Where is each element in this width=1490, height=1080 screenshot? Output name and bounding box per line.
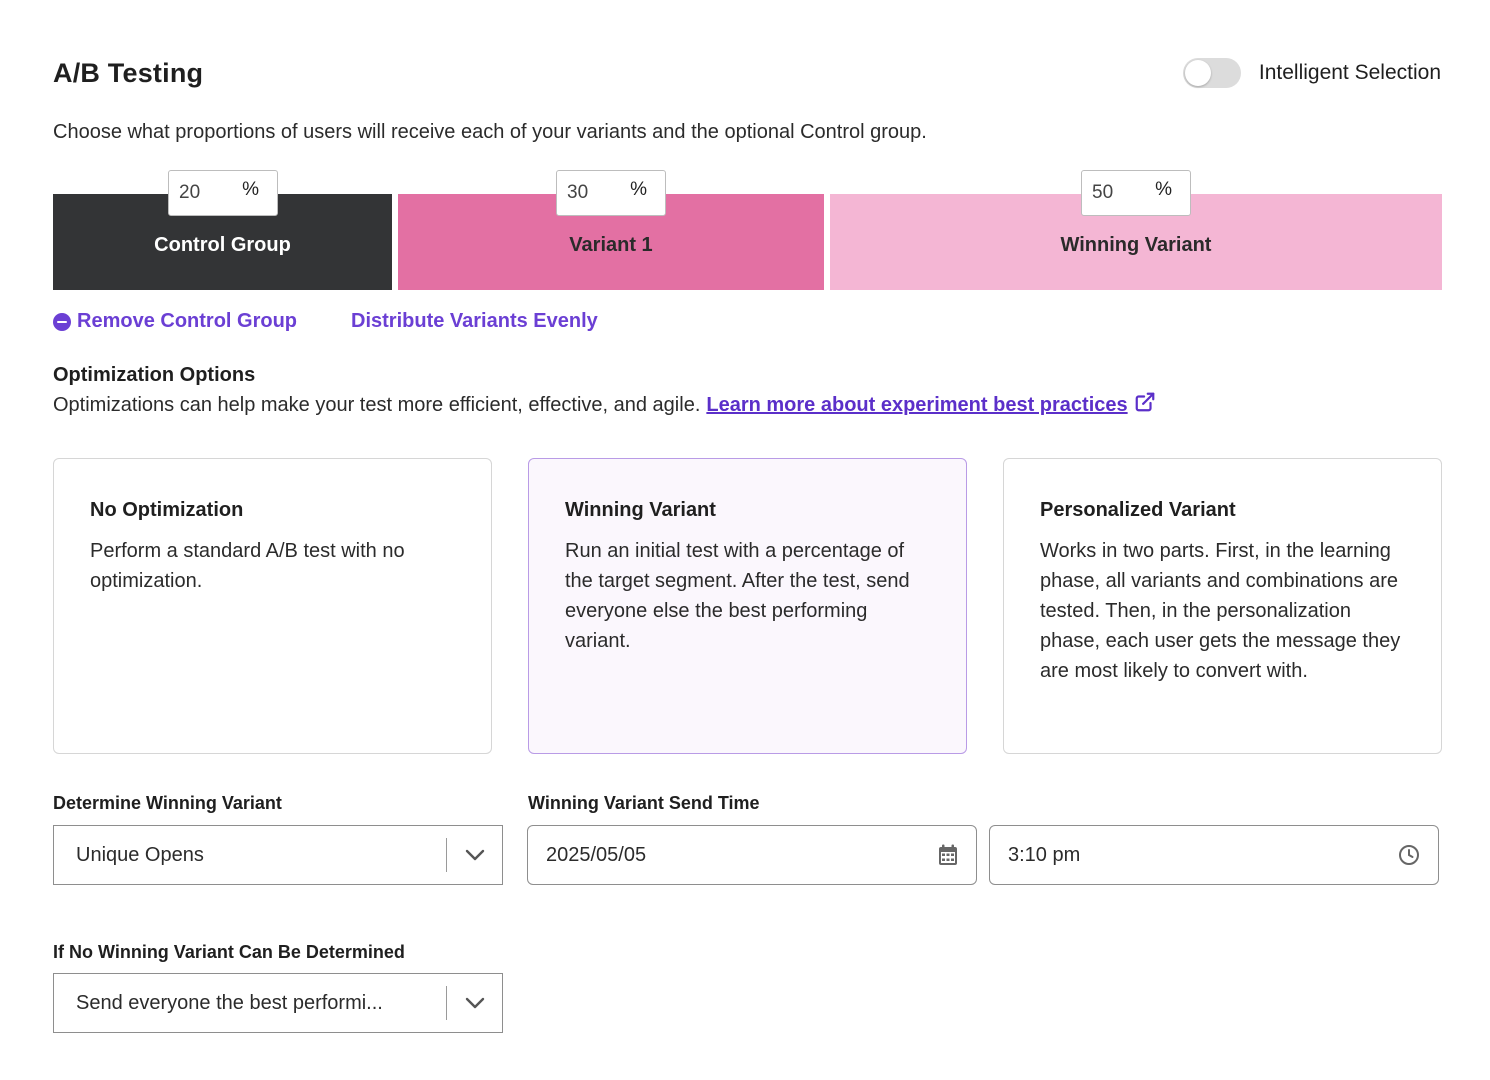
determine-winning-variant-value: Unique Opens [76, 843, 204, 866]
determine-winning-variant-select[interactable]: Unique Opens [53, 825, 503, 885]
determine-winning-variant-label: Determine Winning Variant [53, 793, 282, 813]
send-date-value: 2025/05/05 [546, 843, 647, 866]
variant-1-percent-value: 30 [567, 182, 589, 203]
intelligent-selection-toggle-group: Intelligent Selection [1182, 58, 1441, 88]
minus-circle-icon [53, 312, 71, 331]
variant-1-label: Variant 1 [569, 233, 653, 256]
calendar-icon[interactable] [938, 844, 958, 866]
optimization-options-title: Optimization Options [53, 364, 256, 386]
percent-symbol: % [1155, 179, 1172, 200]
optimization-description-text: Optimizations can help make your test mo… [53, 394, 701, 416]
toggle-knob [1184, 60, 1211, 86]
optimization-card-no-optimization[interactable]: No Optimization Perform a standard A/B t… [53, 458, 492, 754]
distribution-actions: Remove Control Group Distribute Variants… [53, 310, 598, 333]
percent-symbol: % [242, 179, 259, 200]
card-title: No Optimization [90, 499, 244, 521]
remove-control-group-label: Remove Control Group [77, 310, 298, 332]
send-time-input[interactable]: 3:10 pm [989, 825, 1439, 885]
external-link-icon[interactable] [1134, 391, 1156, 413]
control-group-percent-value: 20 [179, 182, 201, 203]
chevron-down-icon[interactable] [447, 849, 502, 861]
distribute-variants-evenly-button[interactable]: Distribute Variants Evenly [351, 310, 598, 333]
winning-variant-label: Winning Variant [1060, 233, 1212, 256]
optimization-card-winning-variant[interactable]: Winning Variant Run an initial test with… [528, 458, 967, 754]
clock-icon[interactable] [1398, 844, 1420, 866]
intelligent-selection-label: Intelligent Selection [1258, 61, 1441, 84]
card-title: Winning Variant [565, 499, 716, 521]
distribute-variants-evenly-label: Distribute Variants Evenly [351, 310, 598, 332]
winning-variant-percent-input[interactable]: 50 % [1081, 170, 1191, 216]
page-description: Choose what proportions of users will re… [53, 121, 927, 143]
optimization-options-description: Optimizations can help make your test mo… [53, 391, 1156, 417]
card-body: Perform a standard A/B test with no opti… [90, 540, 405, 592]
chevron-down-icon[interactable] [447, 997, 502, 1009]
optimization-card-personalized-variant[interactable]: Personalized Variant Works in two parts.… [1003, 458, 1442, 754]
remove-control-group-button[interactable]: Remove Control Group [53, 310, 297, 333]
send-time-value: 3:10 pm [1008, 843, 1081, 866]
intelligent-selection-toggle[interactable] [1182, 58, 1241, 88]
fallback-label: If No Winning Variant Can Be Determined [53, 942, 405, 962]
percent-symbol: % [630, 179, 647, 200]
card-title: Personalized Variant [1040, 499, 1236, 521]
learn-more-link[interactable]: Learn more about experiment best practic… [706, 394, 1127, 417]
fallback-value: Send everyone the best performi... [76, 991, 383, 1014]
control-group-label: Control Group [154, 233, 291, 256]
winning-variant-send-time-label: Winning Variant Send Time [528, 793, 760, 813]
card-body: Works in two parts. First, in the learni… [1040, 540, 1401, 682]
page-title: A/B Testing [53, 58, 204, 88]
send-date-input[interactable]: 2025/05/05 [527, 825, 977, 885]
card-body: Run an initial test with a percentage of… [565, 540, 910, 652]
control-group-percent-input[interactable]: 20 % [168, 170, 278, 216]
winning-variant-percent-value: 50 [1092, 182, 1114, 203]
fallback-select[interactable]: Send everyone the best performi... [53, 973, 503, 1033]
variant-1-percent-input[interactable]: 30 % [556, 170, 666, 216]
